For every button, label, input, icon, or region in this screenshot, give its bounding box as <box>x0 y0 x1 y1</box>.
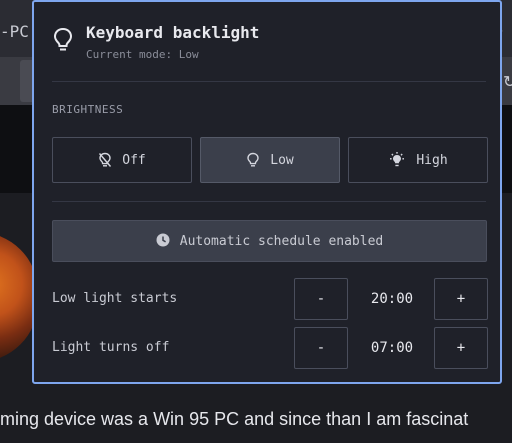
lightbulb-icon <box>52 26 74 59</box>
lightbulb-off-icon <box>98 152 112 168</box>
low-start-label: Low light starts <box>52 291 178 306</box>
turn-off-decrement-button[interactable]: - <box>294 327 348 369</box>
lightbulb-bright-icon <box>388 152 406 168</box>
turn-off-time: 07:00 <box>370 340 414 356</box>
brightness-high-button[interactable]: High <box>348 137 488 183</box>
divider <box>52 81 486 82</box>
low-start-increment-button[interactable]: + <box>434 278 488 320</box>
clock-icon <box>156 233 170 250</box>
reload-icon[interactable]: ↻ <box>503 72 512 92</box>
low-start-time: 20:00 <box>370 291 414 307</box>
low-start-decrement-button[interactable]: - <box>294 278 348 320</box>
brightness-off-button[interactable]: Off <box>52 137 192 183</box>
automatic-schedule-button[interactable]: Automatic schedule enabled <box>52 220 487 262</box>
schedule-label: Automatic schedule enabled <box>179 233 384 249</box>
popup-subtitle: Current mode: Low <box>86 48 199 61</box>
article-text: ming device was a Win 95 PC and since th… <box>0 409 469 429</box>
brightness-high-label: High <box>416 152 448 168</box>
divider <box>52 201 486 202</box>
tab-title-fragment: -PC <box>0 22 29 41</box>
brightness-low-button[interactable]: Low <box>200 137 340 183</box>
turn-off-increment-button[interactable]: + <box>434 327 488 369</box>
keyboard-backlight-popup: Keyboard backlight Current mode: Low BRI… <box>32 0 502 384</box>
brightness-low-label: Low <box>270 152 294 168</box>
turn-off-label: Light turns off <box>52 340 170 355</box>
lightbulb-icon <box>246 152 260 168</box>
brightness-off-label: Off <box>122 152 146 168</box>
section-label-brightness: BRIGHTNESS <box>52 103 124 116</box>
popup-title: Keyboard backlight <box>86 23 260 42</box>
